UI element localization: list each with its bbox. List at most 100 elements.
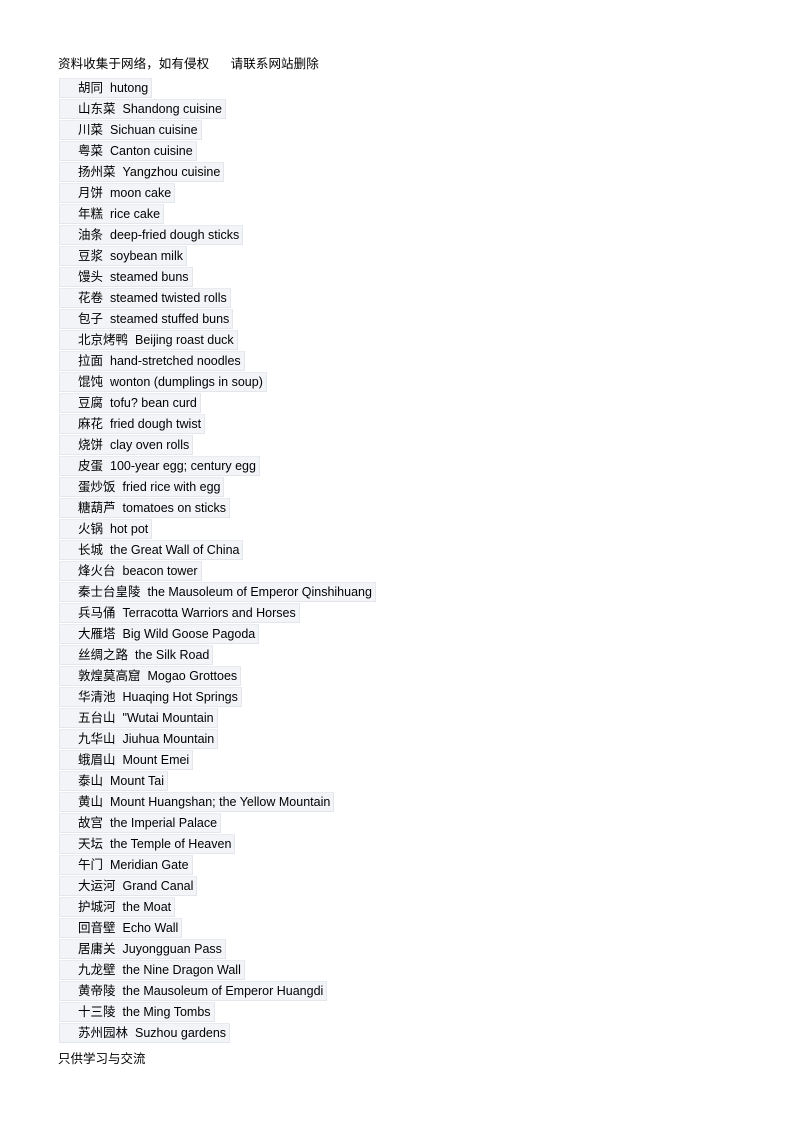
glossary-row: 故宫 the Imperial Palace [59,813,800,834]
glossary-entry-box: 山东菜 Shandong cuisine [59,99,226,119]
glossary-entry-box: 十三陵 the Ming Tombs [59,1002,215,1022]
glossary-row: 麻花 fried dough twist [59,414,800,435]
glossary-row: 十三陵 the Ming Tombs [59,1002,800,1023]
glossary-translation: the Silk Road [135,648,210,662]
glossary-entry-box: 烧饼 clay oven rolls [59,435,194,455]
glossary-translation: the Temple of Heaven [110,837,232,851]
glossary-translation: Echo Wall [122,921,179,935]
glossary-translation: Big Wild Goose Pagoda [122,627,256,641]
glossary-row: 天坛 the Temple of Heaven [59,834,800,855]
glossary-term: 包子 [78,312,104,326]
glossary-translation: the Mausoleum of Emperor Qinshihuang [147,585,372,599]
glossary-entry-box: 兵马俑 Terracotta Warriors and Horses [59,603,300,623]
glossary-term: 扬州菜 [78,165,116,179]
glossary-term: 敦煌莫高窟 [78,669,141,683]
glossary-translation: rice cake [110,207,161,221]
glossary-row: 馄饨 wonton (dumplings in soup) [59,372,800,393]
glossary-row: 北京烤鸭 Beijing roast duck [59,330,800,351]
glossary-entry-box: 年糕 rice cake [59,204,165,224]
glossary-row: 烽火台 beacon tower [59,561,800,582]
glossary-entry-box: 回音壁 Echo Wall [59,918,183,938]
glossary-translation: fried rice with egg [122,480,221,494]
glossary-row: 长城 the Great Wall of China [59,540,800,561]
glossary-translation: the Nine Dragon Wall [122,963,241,977]
glossary-term: 故宫 [78,816,104,830]
document-page: 资料收集于网络，如有侵权 请联系网站删除 胡同 hutong 山东菜 Shandong… [0,0,800,1133]
glossary-entry-box: 皮蛋 100-year egg; century egg [59,456,260,476]
glossary-entry-box: 馄饨 wonton (dumplings in soup) [59,372,267,392]
glossary-row: 扬州菜 Yangzhou cuisine [59,162,800,183]
glossary-term: 华清池 [78,690,116,704]
glossary-entry-box: 麻花 fried dough twist [59,414,206,434]
glossary-entry-box: 大雁塔 Big Wild Goose Pagoda [59,624,260,644]
glossary-row: 丝绸之路 the Silk Road [59,645,800,666]
glossary-term: 蛋炒饭 [78,480,116,494]
glossary-translation: the Moat [122,900,172,914]
glossary-translation: Grand Canal [122,879,194,893]
glossary-translation: Jiuhua Mountain [122,732,215,746]
glossary-translation: Terracotta Warriors and Horses [122,606,296,620]
glossary-term: 馒头 [78,270,104,284]
glossary-row: 油条 deep-fried dough sticks [59,225,800,246]
glossary-row: 苏州园林 Suzhou gardens [59,1023,800,1044]
glossary-term: 拉面 [78,354,104,368]
glossary-row: 蛾眉山 Mount Emei [59,750,800,771]
glossary-entry-box: 苏州园林 Suzhou gardens [59,1023,231,1043]
glossary-entry-box: 火锅 hot pot [59,519,153,539]
glossary-row: 黄帝陵 the Mausoleum of Emperor Huangdi [59,981,800,1002]
glossary-term: 九龙壁 [78,963,116,977]
glossary-row: 粤菜 Canton cuisine [59,141,800,162]
glossary-entry-box: 故宫 the Imperial Palace [59,813,222,833]
glossary-translation: hutong [110,81,149,95]
glossary-term: 天坛 [78,837,104,851]
glossary-row: 大运河 Grand Canal [59,876,800,897]
glossary-entry-box: 包子 steamed stuffed buns [59,309,234,329]
glossary-translation: moon cake [110,186,172,200]
glossary-term: 胡同 [78,81,104,95]
glossary-translation: Beijing roast duck [135,333,234,347]
glossary-term: 山东菜 [78,102,116,116]
glossary-translation: hot pot [110,522,149,536]
glossary-term: 北京烤鸭 [78,333,129,347]
glossary-entry-box: 黄帝陵 the Mausoleum of Emperor Huangdi [59,981,328,1001]
glossary-term: 午门 [78,858,104,872]
glossary-translation: tofu? bean curd [110,396,197,410]
glossary-entry-box: 天坛 the Temple of Heaven [59,834,236,854]
glossary-term: 火锅 [78,522,104,536]
glossary-term: 花卷 [78,291,104,305]
glossary-row: 川菜 Sichuan cuisine [59,120,800,141]
glossary-row: 花卷 steamed twisted rolls [59,288,800,309]
glossary-row: 包子 steamed stuffed buns [59,309,800,330]
glossary-translation: Canton cuisine [110,144,193,158]
glossary-row: 泰山 Mount Tai [59,771,800,792]
glossary-term: 泰山 [78,774,104,788]
glossary-entry-box: 拉面 hand-stretched noodles [59,351,245,371]
glossary-entry-box: 九龙壁 the Nine Dragon Wall [59,960,245,980]
glossary-entry-box: 糖葫芦 tomatoes on sticks [59,498,231,518]
glossary-term: 兵马俑 [78,606,116,620]
glossary-translation: tomatoes on sticks [122,501,227,515]
glossary-term: 馄饨 [78,375,104,389]
glossary-translation: Sichuan cuisine [110,123,198,137]
glossary-term: 居庸关 [78,942,116,956]
glossary-entry-box: 粤菜 Canton cuisine [59,141,197,161]
glossary-row: 黄山 Mount Huangshan; the Yellow Mountain [59,792,800,813]
glossary-translation: wonton (dumplings in soup) [110,375,263,389]
glossary-translation: the Mausoleum of Emperor Huangdi [122,984,324,998]
glossary-term: 回音壁 [78,921,116,935]
glossary-translation: steamed buns [110,270,189,284]
glossary-translation: Shandong cuisine [122,102,222,116]
glossary-entry-box: 五台山 "Wutai Mountain [59,708,218,728]
glossary-term: 川菜 [78,123,104,137]
glossary-term: 十三陵 [78,1005,116,1019]
glossary-row: 敦煌莫高窟 Mogao Grottoes [59,666,800,687]
glossary-row: 大雁塔 Big Wild Goose Pagoda [59,624,800,645]
glossary-entry-box: 豆浆 soybean milk [59,246,187,266]
glossary-row: 午门 Meridian Gate [59,855,800,876]
glossary-translation: steamed stuffed buns [110,312,230,326]
glossary-translation: soybean milk [110,249,183,263]
glossary-term: 麻花 [78,417,104,431]
glossary-entry-box: 油条 deep-fried dough sticks [59,225,244,245]
glossary-term: 长城 [78,543,104,557]
glossary-term: 粤菜 [78,144,104,158]
